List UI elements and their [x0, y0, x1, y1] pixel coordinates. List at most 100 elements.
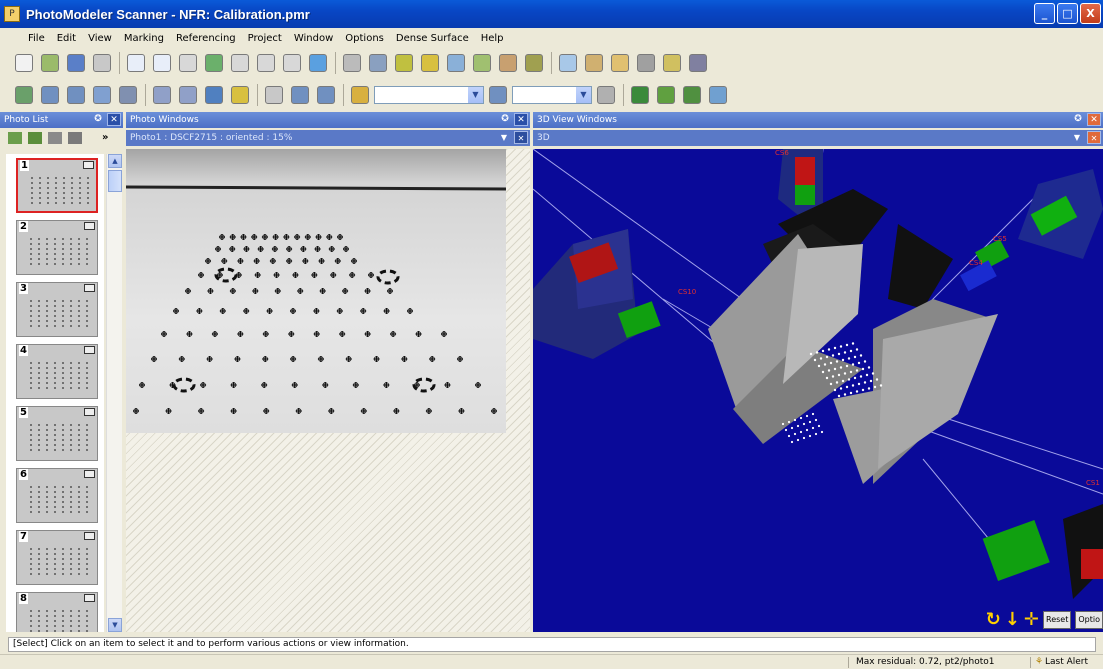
menu-project[interactable]: Project — [242, 33, 288, 44]
grid-view-icon[interactable] — [68, 132, 82, 144]
scroll-thumb[interactable] — [108, 170, 122, 192]
pin-icon[interactable]: ✪ — [1071, 113, 1085, 126]
ortho-icon[interactable] — [486, 83, 510, 107]
eye-icon[interactable] — [686, 51, 710, 75]
wand-icon[interactable] — [470, 51, 494, 75]
close-pane-icon[interactable]: ✕ — [514, 113, 528, 126]
calibration-photo[interactable] — [125, 149, 507, 433]
close-button[interactable]: X — [1080, 3, 1101, 24]
menu-referencing[interactable]: Referencing — [170, 33, 242, 44]
pair-icon[interactable] — [654, 83, 678, 107]
process-icon[interactable] — [444, 51, 468, 75]
window2-icon[interactable] — [176, 83, 200, 107]
view-icon[interactable] — [202, 83, 226, 107]
scroll-up-icon[interactable]: ▲ — [108, 154, 122, 168]
remove-photo-icon[interactable] — [28, 132, 42, 144]
maximize-button[interactable]: □ — [1057, 3, 1078, 24]
pin-icon[interactable]: ✪ — [91, 113, 105, 126]
label-icon[interactable] — [348, 83, 372, 107]
photo-thumbnail[interactable]: 2 — [16, 220, 98, 275]
close-pane-icon[interactable]: ✕ — [107, 113, 121, 126]
undo-icon[interactable] — [90, 51, 114, 75]
dropdown-icon[interactable]: ▼ — [1070, 131, 1084, 144]
layer-combo[interactable]: ▼ — [374, 86, 484, 104]
dropdown-icon[interactable]: ▼ — [497, 131, 511, 144]
mark-point-icon[interactable] — [202, 51, 226, 75]
reset-button[interactable]: Reset — [1043, 610, 1072, 629]
3d-tab-header[interactable]: 3D ▼ ✕ — [533, 130, 1103, 146]
menu-file[interactable]: File — [22, 33, 51, 44]
select-icon[interactable] — [124, 51, 148, 75]
photo-thumbnail[interactable]: 3 — [16, 282, 98, 337]
rotate-icon[interactable]: ↻ — [986, 609, 1001, 630]
photo-thumbnail[interactable]: 7 — [16, 530, 98, 585]
dropdown-arrow-icon[interactable]: ▼ — [468, 87, 483, 103]
dots-icon[interactable] — [628, 83, 652, 107]
more-icon[interactable]: » — [102, 132, 108, 144]
lines-icon[interactable] — [634, 51, 658, 75]
surface-icon[interactable] — [306, 51, 330, 75]
photo-thumbnail[interactable]: 8 — [16, 592, 98, 632]
scroll-down-icon[interactable]: ▼ — [108, 618, 122, 632]
save-icon[interactable] — [64, 51, 88, 75]
menu-marking[interactable]: Marking — [118, 33, 170, 44]
link-icon[interactable] — [680, 83, 704, 107]
table2-icon[interactable] — [556, 51, 580, 75]
options-button[interactable]: Optio — [1075, 610, 1103, 629]
photo-list-scrollbar[interactable]: ▲ ▼ — [106, 154, 122, 632]
menu-dense-surface[interactable]: Dense Surface — [390, 33, 475, 44]
menu-help[interactable]: Help — [475, 33, 510, 44]
close-tab-icon[interactable]: ✕ — [1087, 131, 1101, 144]
ruler-icon[interactable] — [228, 83, 252, 107]
dropdown-arrow-icon[interactable]: ▼ — [576, 87, 591, 103]
menu-view[interactable]: View — [82, 33, 118, 44]
zoom-photo-icon[interactable] — [38, 83, 62, 107]
3d-scene[interactable]: CS6 CS5 CS4 CS10 CS1 ↻ ↓ ✛ Reset Optio — [533, 149, 1103, 632]
points-icon[interactable] — [608, 51, 632, 75]
close-pane-icon[interactable]: ✕ — [1087, 113, 1101, 126]
photo-thumbnail[interactable]: 4 — [16, 344, 98, 399]
list-view-icon[interactable] — [48, 132, 62, 144]
add-photo-icon[interactable] — [8, 132, 22, 144]
zoom-icon[interactable] — [262, 83, 286, 107]
fit-icon[interactable] — [288, 83, 312, 107]
photo-thumbnail[interactable]: 6 — [16, 468, 98, 523]
box-icon[interactable] — [660, 51, 684, 75]
line-icon[interactable] — [228, 51, 252, 75]
photo-tab-header[interactable]: Photo1 : DSCF2715 : oriented : 15% ▼ ✕ — [126, 130, 530, 146]
info-icon[interactable] — [116, 83, 140, 107]
diamond-icon[interactable] — [706, 83, 730, 107]
delete-icon[interactable] — [176, 51, 200, 75]
auto-reference-icon[interactable] — [418, 51, 442, 75]
menu-edit[interactable]: Edit — [51, 33, 82, 44]
curve-icon[interactable] — [254, 51, 278, 75]
photo-icon[interactable] — [12, 83, 36, 107]
reference-icon[interactable] — [366, 51, 390, 75]
photo-viewport[interactable] — [125, 149, 530, 632]
menu-window[interactable]: Window — [288, 33, 339, 44]
palette-icon[interactable] — [594, 83, 618, 107]
move-down-icon[interactable]: ↓ — [1005, 609, 1020, 630]
pin-icon[interactable]: ✪ — [498, 113, 512, 126]
chain-icon[interactable] — [392, 51, 416, 75]
edge-icon[interactable] — [280, 51, 304, 75]
camera-icon[interactable] — [90, 83, 114, 107]
shape-icon[interactable] — [582, 51, 606, 75]
menu-options[interactable]: Options — [339, 33, 390, 44]
pencil-icon[interactable] — [340, 51, 364, 75]
select-multi-icon[interactable] — [150, 51, 174, 75]
color-combo[interactable]: ▼ — [512, 86, 592, 104]
minimize-button[interactable]: _ — [1034, 3, 1055, 24]
open-icon[interactable] — [38, 51, 62, 75]
last-alert[interactable]: Last Alert — [1045, 655, 1088, 669]
photo-thumbnail[interactable]: 5 — [16, 406, 98, 461]
close-tab-icon[interactable]: ✕ — [514, 131, 528, 144]
table-icon[interactable] — [496, 51, 520, 75]
grid-icon[interactable] — [314, 83, 338, 107]
photo-thumbnail[interactable]: 1 — [16, 158, 98, 213]
pan-icon[interactable]: ✛ — [1024, 609, 1039, 630]
image-icon[interactable] — [64, 83, 88, 107]
texture-icon[interactable] — [522, 51, 546, 75]
window-icon[interactable] — [150, 83, 174, 107]
new-icon[interactable] — [12, 51, 36, 75]
